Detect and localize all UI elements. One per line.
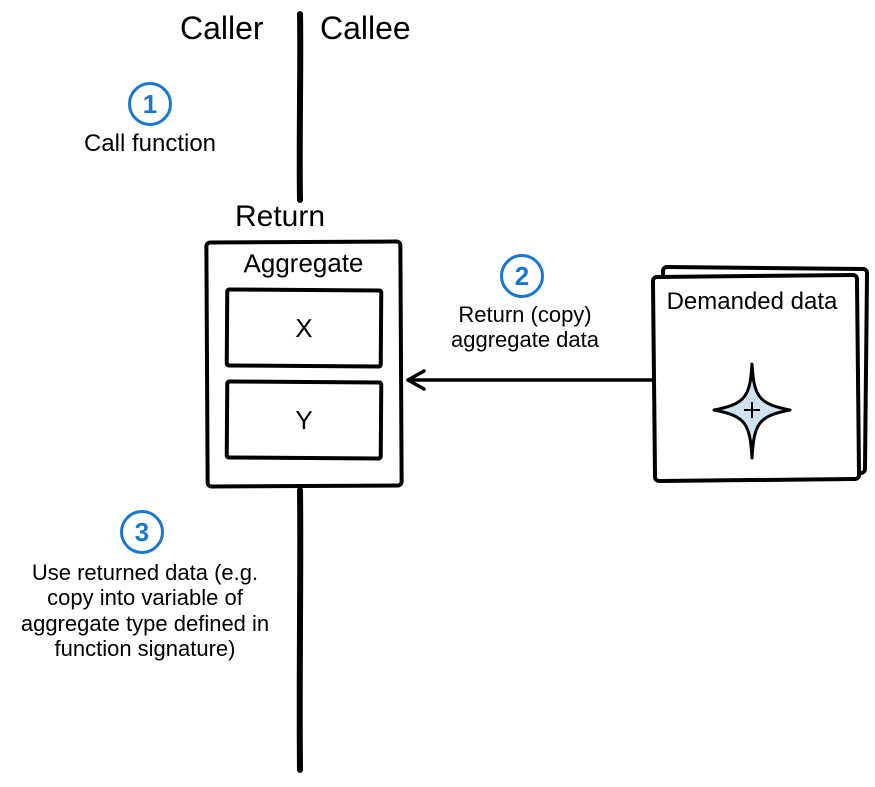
step-1-number: 1 — [143, 89, 157, 120]
callee-label: Callee — [320, 10, 411, 47]
step-2-badge: 2 — [500, 254, 544, 298]
step-3-number: 3 — [135, 517, 149, 548]
aggregate-label: Aggregate — [208, 248, 398, 280]
step-1-label: Call function — [70, 130, 230, 158]
step-3-badge: 3 — [120, 510, 164, 554]
return-title: Return — [235, 200, 325, 235]
aggregate-field-x-label: X — [295, 312, 313, 343]
aggregate-field-y-label: Y — [295, 404, 313, 435]
step-3-label: Use returned data (e.g. copy into variab… — [20, 560, 270, 661]
caller-label: Caller — [180, 10, 264, 47]
sparkle-icon — [712, 362, 792, 462]
aggregate-field-x: X — [225, 287, 384, 368]
diagram-root: Caller Callee 1 Call function Return Agg… — [0, 0, 875, 787]
step-2-number: 2 — [515, 261, 529, 292]
demanded-box-label: Demanded data — [662, 288, 842, 316]
step-2-label: Return (copy) aggregate data — [425, 302, 625, 353]
step-1-badge: 1 — [128, 82, 172, 126]
aggregate-field-y: Y — [225, 379, 384, 460]
